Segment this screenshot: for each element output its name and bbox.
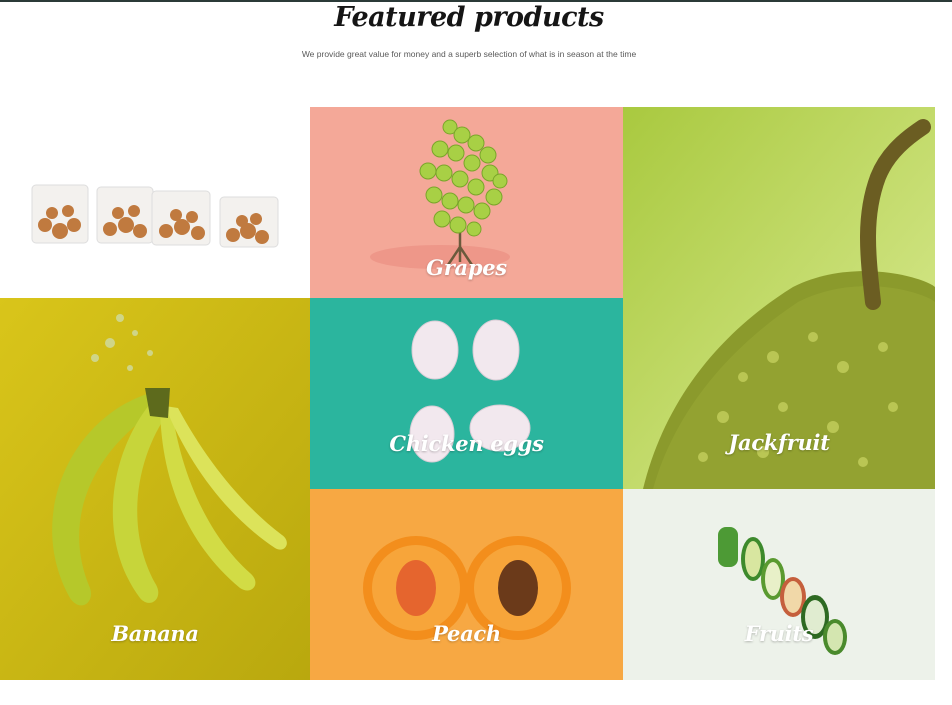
- product-tile-chicken-eggs[interactable]: Chicken eggs: [310, 298, 623, 489]
- product-tile-fruits[interactable]: Fruits: [623, 489, 935, 680]
- peach-image: [363, 536, 571, 640]
- product-name-peach: Peach: [432, 621, 501, 646]
- product-tile-peach[interactable]: Peach: [310, 489, 623, 680]
- product-name-grapes: Grapes: [426, 255, 507, 280]
- product-name-banana: Banana: [111, 621, 199, 646]
- page-subtitle: We provide great value for money and a s…: [301, 49, 637, 59]
- product-name-fruits: Fruits: [744, 621, 814, 646]
- cookies-image: [31, 184, 279, 248]
- page-title: Featured products: [334, 2, 604, 33]
- product-tile-grapes[interactable]: Grapes: [310, 107, 623, 298]
- product-tile-banana[interactable]: Banana: [0, 298, 310, 680]
- eggs-image: [409, 319, 531, 463]
- product-name-jackfruit: Jackfruit: [728, 430, 830, 455]
- product-tile-jackfruit[interactable]: Jackfruit: [623, 107, 935, 489]
- product-name-chicken-eggs: Chicken eggs: [389, 431, 544, 456]
- product-tile-cookies[interactable]: [0, 107, 310, 298]
- fruits-image: [718, 527, 847, 655]
